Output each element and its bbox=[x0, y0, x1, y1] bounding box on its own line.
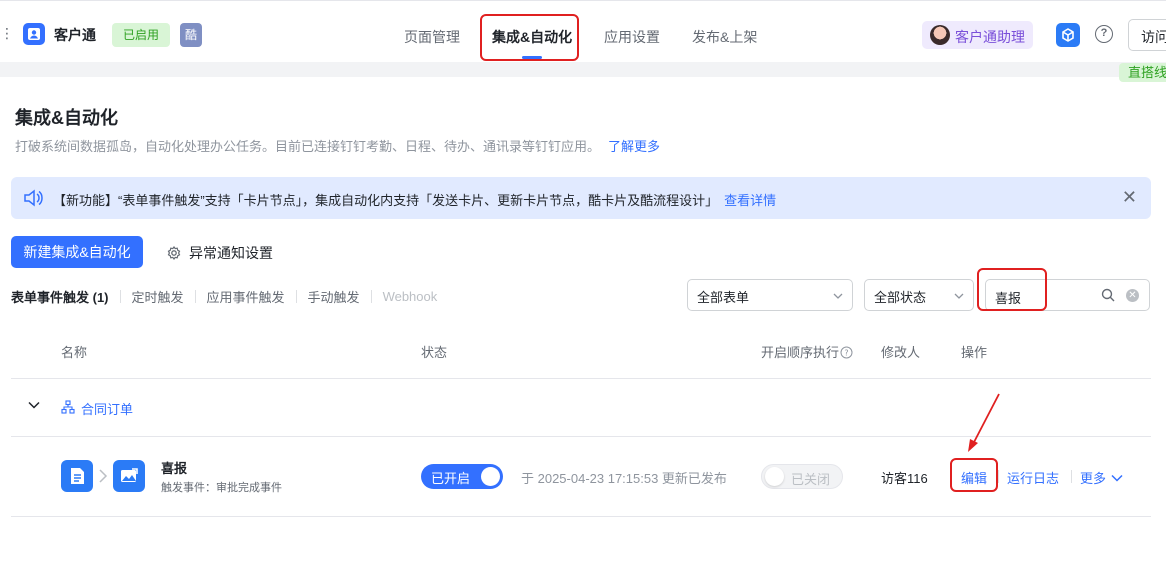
speaker-icon bbox=[24, 189, 43, 207]
column-header-name: 名称 bbox=[61, 345, 88, 360]
zhida-badge[interactable]: 直搭线 bbox=[1119, 63, 1166, 82]
column-header-status: 状态 bbox=[421, 345, 448, 360]
status-toggle-label: 已开启 bbox=[431, 471, 471, 486]
chevron-down-icon bbox=[954, 293, 964, 299]
app-name: 客户通 bbox=[54, 27, 96, 43]
assistant-avatar bbox=[930, 25, 950, 45]
more-label: 更多 bbox=[1080, 471, 1107, 486]
chevron-down-icon bbox=[833, 293, 843, 299]
info-icon[interactable]: ? bbox=[840, 346, 853, 359]
group-name[interactable]: 合同订单 bbox=[81, 399, 133, 418]
assistant-label: 客户通助理 bbox=[955, 29, 1025, 45]
page-description-text: 打破系统间数据孤岛，自动化处理办公任务。目前已连接钉钉考勤、日程、待办、通讯录等… bbox=[15, 139, 601, 154]
app-status-badge: 已启用 bbox=[112, 23, 171, 47]
exception-notify-settings-label: 异常通知设置 bbox=[189, 245, 273, 261]
trigger-type-tabs: 表单事件触发 (1) 定时触发 应用事件触发 手动触发 Webhook bbox=[11, 287, 437, 306]
annotation-arrow bbox=[968, 393, 1000, 452]
notice-details-link[interactable]: 查看详情 bbox=[724, 193, 776, 208]
ku-badge: 酷 bbox=[180, 23, 202, 47]
table-divider bbox=[11, 378, 1151, 379]
tab-divider bbox=[295, 290, 297, 303]
tab-webhook[interactable]: Webhook bbox=[383, 289, 438, 304]
status-filter-select[interactable]: 全部状态 bbox=[864, 279, 974, 311]
tab-form-event-trigger[interactable]: 表单事件触发 (1) bbox=[11, 287, 109, 306]
notice-text-line: 【新功能】“表单事件触发”支持「卡片节点」，集成自动化内支持「发送卡片、更新卡片… bbox=[53, 190, 776, 209]
annotation-box-search bbox=[977, 268, 1047, 311]
tab-page-management[interactable]: 页面管理 bbox=[404, 27, 460, 47]
sequential-toggle[interactable]: 已关闭 bbox=[761, 464, 843, 489]
tab-divider bbox=[119, 290, 121, 303]
exception-notify-settings-button[interactable]: 异常通知设置 bbox=[167, 243, 273, 263]
notice-text: 【新功能】“表单事件触发”支持「卡片节点」，集成自动化内支持「发送卡片、更新卡片… bbox=[53, 193, 719, 208]
more-dropdown[interactable]: 更多 bbox=[1080, 468, 1123, 487]
page-description: 打破系统间数据孤岛，自动化处理办公任务。目前已连接钉钉考勤、日程、待办、通讯录等… bbox=[15, 136, 660, 155]
help-icon[interactable]: ? bbox=[1095, 25, 1113, 43]
header-divider-strip bbox=[0, 62, 1166, 77]
run-log-link[interactable]: 运行日志 bbox=[1007, 468, 1059, 487]
tab-scheduled-trigger[interactable]: 定时触发 bbox=[132, 287, 184, 306]
tab-publish[interactable]: 发布&上架 bbox=[692, 27, 757, 47]
visit-button[interactable]: 访问 bbox=[1128, 19, 1166, 51]
form-node-icon bbox=[61, 460, 93, 492]
action-divider bbox=[1071, 470, 1072, 483]
close-icon[interactable]: ✕ bbox=[1122, 187, 1137, 208]
cube-icon[interactable] bbox=[1056, 23, 1080, 47]
drag-handle-icon[interactable]: ⋮ bbox=[0, 25, 14, 41]
tab-app-event-trigger[interactable]: 应用事件触发 bbox=[207, 287, 285, 306]
feature-notice-banner: 【新功能】“表单事件触发”支持「卡片节点」，集成自动化内支持「发送卡片、更新卡片… bbox=[11, 177, 1151, 219]
chevron-down-icon bbox=[1111, 474, 1123, 482]
search-icon[interactable] bbox=[1101, 288, 1115, 302]
learn-more-link[interactable]: 了解更多 bbox=[608, 139, 660, 154]
tab-divider bbox=[194, 290, 196, 303]
modifier-name: 访客116 bbox=[881, 471, 928, 486]
chevron-right-icon bbox=[99, 469, 108, 483]
tab-manual-trigger[interactable]: 手动触发 bbox=[308, 287, 360, 306]
svg-text:?: ? bbox=[844, 349, 848, 358]
toggle-knob bbox=[481, 467, 500, 486]
flow-name[interactable]: 喜报 bbox=[161, 458, 187, 477]
sequential-toggle-label: 已关闭 bbox=[791, 472, 831, 487]
column-header-sequential-label: 开启顺序执行 bbox=[761, 345, 840, 360]
clear-search-icon[interactable]: ✕ bbox=[1126, 289, 1139, 302]
annotation-box-tab bbox=[480, 14, 579, 61]
create-automation-button[interactable]: 新建集成&自动化 bbox=[11, 236, 143, 268]
flow-trigger-event: 触发事件：审批完成事件 bbox=[161, 482, 282, 494]
update-info: 于 2025-04-23 17:15:53 更新已发布 bbox=[521, 471, 727, 486]
app-logo-icon bbox=[23, 23, 45, 45]
form-filter-select[interactable]: 全部表单 bbox=[687, 279, 853, 311]
table-divider bbox=[11, 516, 1151, 517]
form-filter-value: 全部表单 bbox=[697, 290, 750, 305]
annotation-box-edit bbox=[950, 458, 998, 492]
tab-app-settings[interactable]: 应用设置 bbox=[604, 27, 660, 47]
action-node-icon bbox=[113, 460, 145, 492]
toggle-knob bbox=[765, 467, 784, 486]
tab-divider bbox=[370, 290, 372, 303]
column-header-actions: 操作 bbox=[961, 345, 988, 360]
org-tree-icon bbox=[61, 400, 75, 414]
chevron-down-icon[interactable] bbox=[27, 398, 41, 412]
top-bar: ⋮ 客户通 已启用 酷 页面管理 集成&自动化 应用设置 发布&上架 客户通助理… bbox=[0, 0, 1166, 62]
column-header-sequential: 开启顺序执行? bbox=[761, 342, 853, 361]
column-header-modifier: 修改人 bbox=[881, 345, 921, 360]
status-filter-value: 全部状态 bbox=[874, 290, 927, 305]
status-toggle[interactable]: 已开启 bbox=[421, 464, 503, 489]
action-divider bbox=[998, 470, 999, 483]
assistant-button[interactable]: 客户通助理 bbox=[922, 21, 1033, 49]
gear-icon bbox=[167, 246, 181, 260]
page-title: 集成&自动化 bbox=[15, 108, 118, 128]
